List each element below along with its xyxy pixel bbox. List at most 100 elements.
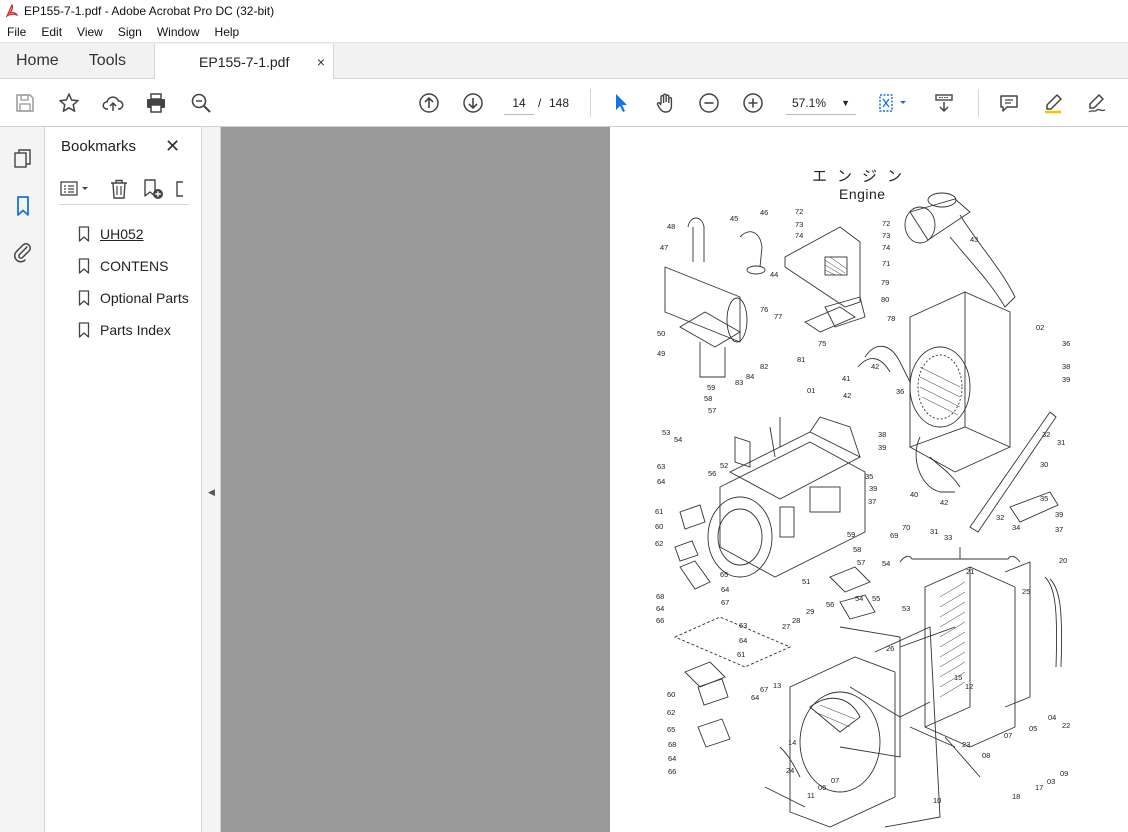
tab-tools[interactable]: Tools — [73, 43, 140, 78]
bookmark-icon — [78, 226, 90, 242]
page-separator: / — [538, 96, 542, 110]
zoom-in-icon[interactable] — [740, 90, 766, 116]
part-number-label: 78 — [887, 314, 895, 323]
attachments-icon[interactable] — [10, 239, 36, 265]
part-number-label: 72 — [795, 207, 803, 216]
page-up-icon[interactable] — [416, 90, 442, 116]
part-number-label: 64 — [739, 636, 747, 645]
part-number-label: 56 — [708, 469, 716, 478]
part-number-label: 64 — [656, 604, 664, 613]
menu-window[interactable]: Window — [150, 25, 208, 39]
bookmarks-toolbar — [59, 175, 189, 205]
close-tab-icon[interactable]: × — [317, 54, 325, 70]
bookmarks-title: Bookmarks — [61, 138, 137, 155]
part-number-label: 62 — [655, 539, 663, 548]
hand-icon[interactable] — [652, 90, 678, 116]
part-number-label: 02 — [1036, 323, 1044, 332]
part-number-label: 39 — [1055, 510, 1063, 519]
part-number-label: 08 — [982, 751, 990, 760]
delete-bookmark-icon[interactable] — [107, 177, 131, 201]
part-number-label: 45 — [730, 214, 738, 223]
fit-page-icon[interactable] — [874, 90, 914, 116]
zoom-level-select[interactable]: 57.1% ▼ — [786, 91, 856, 115]
document-canvas[interactable] — [221, 127, 610, 832]
bookmark-item[interactable]: UH052 — [78, 222, 144, 246]
part-number-label: 42 — [871, 362, 879, 371]
part-number-label: 10 — [933, 796, 941, 805]
part-number-label: 23 — [962, 740, 970, 749]
toolbar-divider — [978, 89, 979, 117]
part-number-label: 33 — [944, 533, 952, 542]
part-number-label: 82 — [760, 362, 768, 371]
bookmark-item[interactable]: Parts Index — [78, 318, 171, 342]
bookmark-item[interactable]: Optional Parts — [78, 286, 189, 310]
part-number-label: 65 — [720, 570, 728, 579]
part-number-label: 25 — [1022, 587, 1030, 596]
tab-document[interactable]: EP155-7-1.pdf × — [154, 44, 335, 79]
part-number-label: 38 — [878, 430, 886, 439]
chevron-down-icon: ▼ — [841, 98, 850, 108]
print-icon[interactable] — [143, 90, 169, 116]
current-page-input[interactable]: 14 — [504, 91, 534, 115]
menu-sign[interactable]: Sign — [111, 25, 150, 39]
close-panel-icon[interactable]: ✕ — [165, 136, 180, 157]
page-down-icon[interactable] — [460, 90, 486, 116]
part-number-label: 36 — [896, 387, 904, 396]
save-icon[interactable] — [12, 90, 38, 116]
part-number-label: 27 — [782, 622, 790, 631]
collapse-panel-icon[interactable]: ◀ — [208, 487, 215, 498]
part-number-label: 67 — [721, 598, 729, 607]
tab-home[interactable]: Home — [0, 43, 73, 78]
bookmark-icon — [78, 290, 90, 306]
part-number-label: 58 — [853, 545, 861, 554]
title-bar: EP155-7-1.pdf - Adobe Acrobat Pro DC (32… — [0, 0, 1128, 22]
menu-help[interactable]: Help — [208, 25, 248, 39]
upload-cloud-icon[interactable] — [100, 90, 126, 116]
part-number-label: 51 — [802, 577, 810, 586]
part-number-label: 58 — [704, 394, 712, 403]
menu-edit[interactable]: Edit — [34, 25, 70, 39]
pdf-page[interactable]: エンジン Engine 48 45 46 72 73 74 72 73 74 7… — [610, 127, 1128, 832]
part-number-label: 36 — [1062, 339, 1070, 348]
part-number-label: 07 — [1004, 731, 1012, 740]
part-number-label: 37 — [1055, 525, 1063, 534]
more-bookmark-tools-icon[interactable] — [173, 177, 189, 201]
zoom-level-value: 57.1% — [792, 96, 827, 110]
scroll-mode-icon[interactable] — [931, 90, 957, 116]
main-toolbar: 14 / 148 57.1% ▼ — [0, 79, 1128, 127]
part-number-label: 68 — [656, 592, 664, 601]
part-number-label: 09 — [1060, 769, 1068, 778]
menu-view[interactable]: View — [70, 25, 111, 39]
select-pointer-icon[interactable] — [608, 90, 634, 116]
part-number-label: 74 — [795, 231, 803, 240]
part-number-label: 01 — [807, 386, 815, 395]
bookmark-options-icon[interactable] — [59, 177, 93, 201]
part-number-label: 59 — [707, 383, 715, 392]
menu-file[interactable]: File — [0, 25, 34, 39]
part-number-label: 24 — [786, 766, 794, 775]
part-number-label: 68 — [668, 740, 676, 749]
highlight-pen-icon[interactable] — [1040, 90, 1066, 116]
zoom-search-icon[interactable] — [188, 90, 214, 116]
sign-icon[interactable] — [1084, 90, 1110, 116]
part-number-label: 57 — [857, 558, 865, 567]
panel-splitter[interactable]: ◀ — [202, 127, 221, 832]
part-number-label: 63 — [657, 462, 665, 471]
zoom-out-icon[interactable] — [696, 90, 722, 116]
part-number-label: 67 — [760, 685, 768, 694]
part-number-label: 39 — [1062, 375, 1070, 384]
part-number-label: 70 — [902, 523, 910, 532]
new-bookmark-icon[interactable] — [141, 177, 165, 201]
part-number-label: 13 — [773, 681, 781, 690]
part-number-label: 44 — [770, 270, 778, 279]
page-thumbnails-icon[interactable] — [10, 146, 36, 172]
comment-icon[interactable] — [996, 90, 1022, 116]
bookmark-star-icon[interactable] — [56, 90, 82, 116]
bookmarks-panel-icon[interactable] — [10, 193, 36, 219]
part-number-label: 22 — [1062, 721, 1070, 730]
part-number-label: 62 — [667, 708, 675, 717]
part-number-label: 65 — [667, 725, 675, 734]
part-number-label: 34 — [1012, 523, 1020, 532]
bookmark-item[interactable]: CONTENS — [78, 254, 168, 278]
bookmark-label: Parts Index — [100, 322, 171, 338]
